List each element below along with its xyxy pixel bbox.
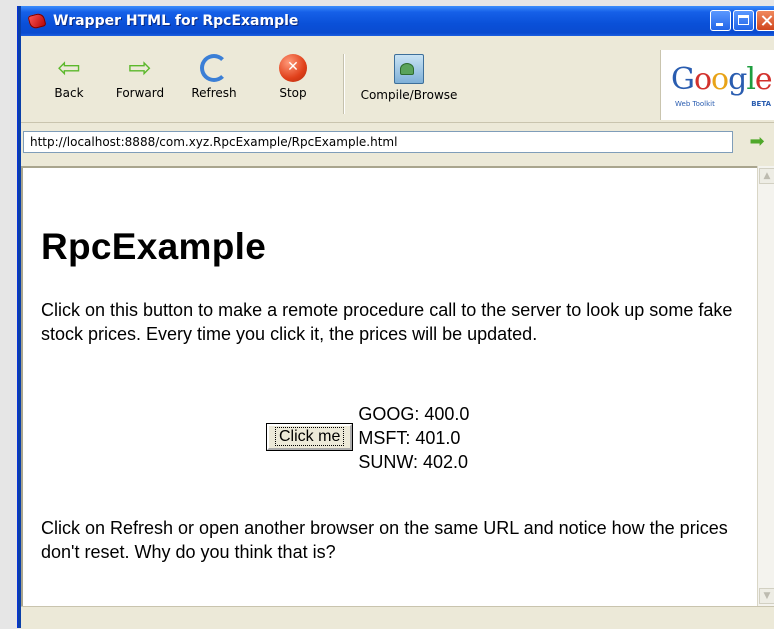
back-label: Back	[54, 86, 84, 100]
title-bar: Wrapper HTML for RpcExample	[21, 6, 774, 36]
click-me-label: Click me	[275, 427, 345, 446]
back-button[interactable]: ⇦ Back	[45, 51, 93, 101]
stop-label: Stop	[279, 86, 307, 100]
forward-label: Forward	[115, 86, 165, 100]
back-arrow-icon: ⇦	[57, 51, 81, 84]
scroll-down-icon[interactable]: ▼	[759, 588, 774, 604]
outro-paragraph: Click on Refresh or open another browser…	[41, 518, 728, 562]
google-wordmark: Google	[671, 62, 773, 97]
go-arrow-icon[interactable]: ➡	[747, 132, 767, 152]
logo-subtitle: Web Toolkit	[675, 100, 715, 108]
address-bar: http://localhost:8888/com.xyz.RpcExample…	[21, 128, 774, 158]
refresh-icon	[200, 54, 228, 82]
stop-button[interactable]: ✕ Stop	[273, 54, 313, 100]
logo-beta: BETA	[751, 100, 771, 108]
toolbar-separator	[343, 54, 345, 114]
vertical-scrollbar[interactable]: ▲ ▼	[757, 166, 774, 606]
page-title: RpcExample	[41, 226, 267, 267]
compile-browse-button[interactable]: Compile/Browse	[353, 54, 465, 102]
compile-browse-label: Compile/Browse	[360, 88, 458, 102]
price-sunw: SUNW: 402.0	[358, 452, 469, 472]
window-title: Wrapper HTML for RpcExample	[53, 13, 299, 29]
stock-price-list: GOOG: 400.0 MSFT: 401.0 SUNW: 402.0	[358, 402, 469, 474]
status-bar	[21, 606, 774, 629]
price-msft: MSFT: 401.0	[358, 428, 461, 448]
stop-icon: ✕	[279, 54, 307, 82]
rpc-widget: Click me GOOG: 400.0 MSFT: 401.0 SUNW: 4…	[265, 402, 469, 474]
forward-arrow-icon: ⇨	[128, 51, 152, 84]
close-button[interactable]	[756, 10, 774, 31]
price-goog: GOOG: 400.0	[358, 404, 470, 424]
page-viewport: RpcExample Click on this button to make …	[21, 166, 757, 608]
gwt-logo: Google Web Toolkit BETA	[660, 50, 774, 120]
forward-button[interactable]: ⇨ Forward	[107, 51, 173, 101]
scroll-up-icon[interactable]: ▲	[759, 168, 774, 184]
app-icon	[27, 12, 47, 30]
maximize-button[interactable]	[733, 10, 754, 31]
refresh-button[interactable]: Refresh	[183, 54, 245, 100]
toolbar: ⇦ Back ⇨ Forward Refresh ✕ Stop Compile/…	[21, 50, 774, 123]
window-controls	[710, 10, 774, 31]
minimize-button[interactable]	[710, 10, 731, 31]
url-field[interactable]: http://localhost:8888/com.xyz.RpcExample…	[23, 131, 733, 153]
click-me-button[interactable]: Click me	[265, 423, 354, 451]
browser-window: Wrapper HTML for RpcExample ⇦ Back ⇨ For…	[18, 6, 774, 629]
intro-paragraph: Click on this button to make a remote pr…	[41, 300, 733, 344]
compile-browse-icon	[394, 54, 424, 84]
refresh-label: Refresh	[191, 86, 237, 100]
